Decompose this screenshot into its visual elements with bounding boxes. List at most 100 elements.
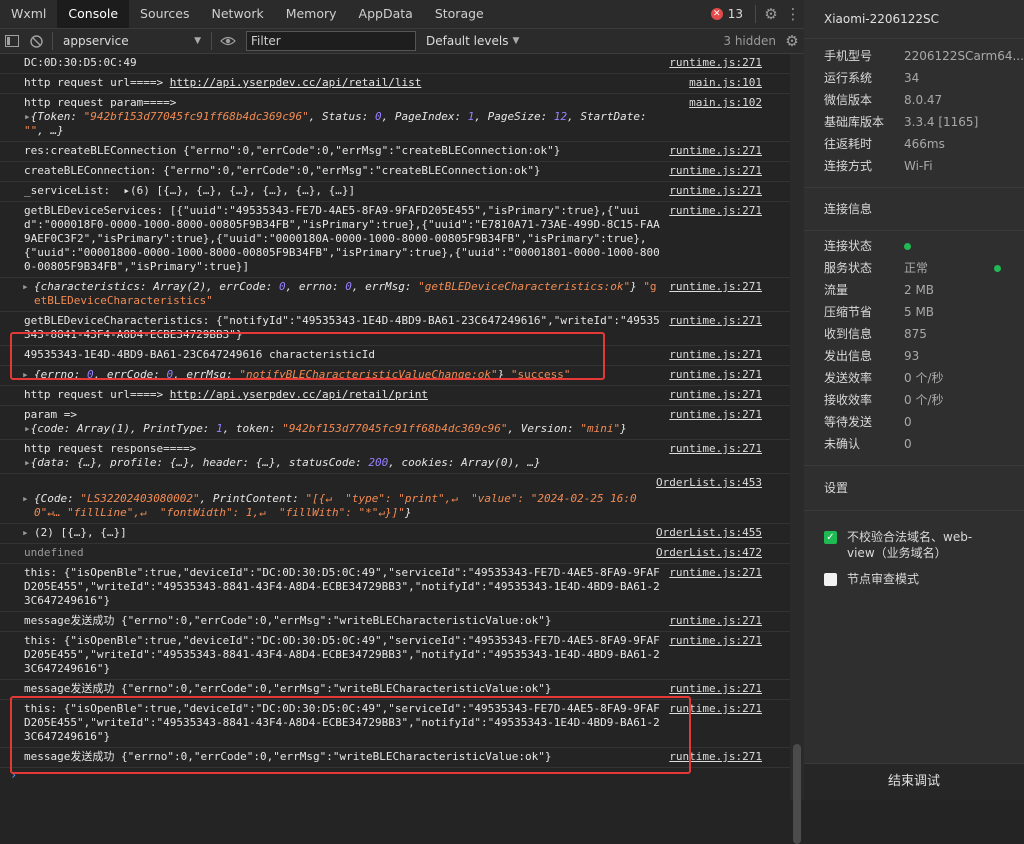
error-icon: ✕ [710,8,723,20]
conn-row: 流量 2 MB [804,279,1024,301]
source-link[interactable]: main.js:102 [689,96,762,110]
devtools-panel: Wxml Console Sources Network Memory AppD… [0,0,804,844]
conn-value: 0 个/秒 [904,371,944,385]
log-text: {errno: 0, errCode: 0, errMsg: "notifyBL… [34,368,571,381]
conn-row: 发送效率 0 个/秒 [804,367,1024,389]
gear-icon[interactable]: ⚙ [760,3,782,25]
tab-storage[interactable]: Storage [424,0,495,28]
status-dot-icon [994,265,1001,272]
source-link[interactable]: runtime.js:271 [669,614,762,628]
console-row[interactable]: {errno: 0, errCode: 0, errMsg: "notifyBL… [0,366,790,386]
source-link[interactable]: runtime.js:271 [669,348,762,362]
console-settings-gear-icon[interactable]: ⚙ [780,29,804,53]
source-link[interactable]: runtime.js:271 [669,702,762,716]
conn-label: 等待发送 [824,415,873,429]
scrollbar-thumb[interactable] [793,744,801,844]
console-row: http request response====> ▸{data: {…}, … [0,440,790,474]
node-inspect-option[interactable]: 节点审查模式 [804,571,1024,587]
expand-caret-icon[interactable]: ▸ [24,456,31,469]
log-prefix: http request url====> [24,76,170,89]
source-link[interactable]: main.js:101 [689,76,762,90]
checkbox-unchecked-icon[interactable] [824,573,837,586]
source-link[interactable]: runtime.js:271 [669,204,762,218]
conn-value: 0 个/秒 [904,393,944,407]
log-text: 49535343-1E4D-4BD9-BA61-23C647249616 cha… [24,348,375,361]
log-text: getBLEDeviceCharacteristics: {"notifyId"… [24,314,660,341]
dropdown-triangle-icon: ▼ [512,36,520,46]
log-text: message发送成功 {"errno":0,"errCode":0,"errM… [24,682,552,695]
source-link[interactable]: runtime.js:271 [669,634,762,648]
conn-row: 连接状态 [804,235,1024,257]
context-selector[interactable]: appservice ▼ [57,31,207,51]
info-label: 连接方式 [824,159,873,173]
end-debug-button[interactable]: 结束调试 [804,763,1024,800]
console-row[interactable]: {Code: "LS32202403080002", PrintContent:… [0,474,790,524]
source-link[interactable]: runtime.js:271 [669,56,762,70]
conn-label: 流量 [824,283,849,297]
clear-console-icon[interactable] [24,29,48,53]
conn-label: 接收效率 [824,393,873,407]
info-label: 手机型号 [824,49,873,63]
log-text: createBLEConnection: {"errno":0,"errCode… [24,164,541,177]
expand-caret-icon[interactable]: ▸ [24,422,31,435]
skip-domain-check-option[interactable]: ✓ 不校验合法域名、web-view（业务域名） [804,529,1024,561]
eye-icon[interactable] [216,29,240,53]
expand-caret-icon[interactable]: ▸ [24,110,31,123]
conn-value: 93 [904,349,920,363]
source-link[interactable]: runtime.js:271 [669,280,762,294]
tab-memory[interactable]: Memory [275,0,348,28]
tab-console[interactable]: Console [57,0,130,28]
source-link[interactable]: OrderList.js:453 [656,476,762,490]
log-levels-label: Default levels [426,34,509,48]
console-scrollbar[interactable] [790,54,804,844]
log-url-link[interactable]: http://api.yserpdev.cc/api/retail/print [170,388,428,401]
tab-appdata[interactable]: AppData [348,0,424,28]
source-link[interactable]: runtime.js:271 [669,184,762,198]
tab-sources[interactable]: Sources [129,0,200,28]
filter-input[interactable] [246,31,416,51]
console-row[interactable]: (2) [{…}, {…}] OrderList.js:455 [0,524,790,544]
tab-wxml[interactable]: Wxml [0,0,57,28]
console-row: undefined OrderList.js:472 [0,544,790,564]
conn-value: 0 [904,415,912,429]
checkbox-checked-icon[interactable]: ✓ [824,531,837,544]
console-row: res:createBLEConnection {"errno":0,"errC… [0,142,790,162]
console-row: getBLEDeviceServices: [{"uuid":"49535343… [0,202,790,278]
error-counter[interactable]: ✕ 13 [703,7,751,21]
more-vertical-icon[interactable]: ⋮ [782,3,804,25]
context-label: appservice [63,34,129,48]
source-link[interactable]: runtime.js:271 [669,408,762,422]
log-text: http request url====> http://api.yserpde… [24,76,660,90]
info-row: 基础库版本 3.3.4 [1165] [804,111,1024,133]
info-row: 手机型号 2206122SCarm64... [804,45,1024,67]
source-link[interactable]: runtime.js:271 [669,164,762,178]
source-link[interactable]: OrderList.js:455 [656,526,762,540]
info-value: Wi-Fi [904,159,933,173]
log-text: this: {"isOpenBle":true,"deviceId":"DC:0… [24,634,660,675]
source-link[interactable]: OrderList.js:472 [656,546,762,560]
conn-value [904,235,1024,257]
source-link[interactable]: runtime.js:271 [669,442,762,456]
source-link[interactable]: runtime.js:271 [669,566,762,580]
console-row: getBLEDeviceCharacteristics: {"notifyId"… [0,312,790,346]
console-log[interactable]: DC:0D:30:D5:0C:49 runtime.js:271 http re… [0,54,790,800]
log-levels-dropdown[interactable]: Default levels ▼ [422,34,523,48]
source-link[interactable]: runtime.js:271 [669,144,762,158]
log-url-link[interactable]: http://api.yserpdev.cc/api/retail/list [170,76,422,89]
source-link[interactable]: runtime.js:271 [669,750,762,764]
source-link[interactable]: runtime.js:271 [669,388,762,402]
info-label: 往返耗时 [824,137,873,151]
info-label: 运行系统 [824,71,873,85]
source-link[interactable]: runtime.js:271 [669,368,762,382]
source-link[interactable]: runtime.js:271 [669,682,762,696]
source-link[interactable]: runtime.js:271 [669,314,762,328]
service-status: 正常 [904,261,929,275]
conn-row: 发出信息 93 [804,345,1024,367]
divider [755,5,756,23]
sidebar-toggle-icon[interactable] [0,29,24,53]
tab-network[interactable]: Network [201,0,275,28]
conn-value: 0 [904,437,912,451]
conn-label: 连接状态 [824,239,873,253]
console-row[interactable]: {characteristics: Array(2), errCode: 0, … [0,278,790,312]
console-prompt-line[interactable]: › [0,768,790,784]
